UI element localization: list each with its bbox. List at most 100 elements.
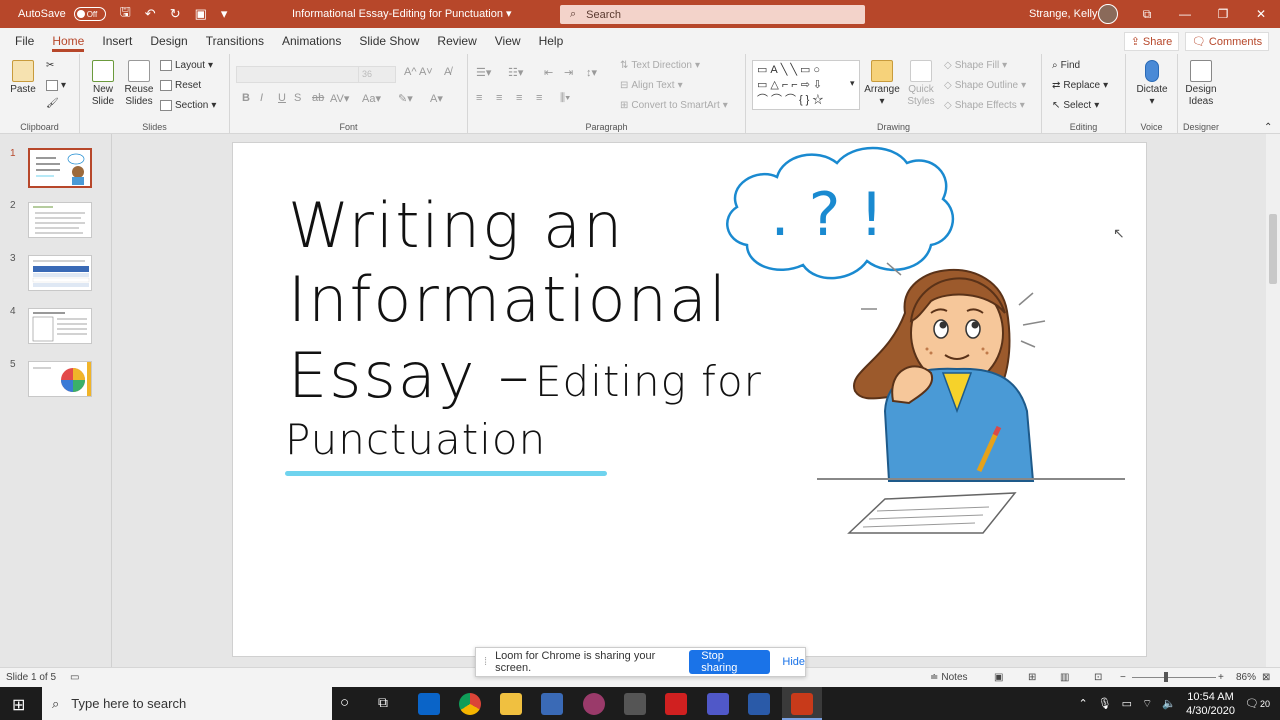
acrobat-icon[interactable] (665, 693, 687, 715)
accessibility-icon[interactable]: ▭ (70, 672, 79, 683)
taskbar-search[interactable]: ⌕ Type here to search (42, 687, 332, 720)
numbering-icon[interactable]: ☷▾ (508, 66, 523, 79)
text-direction-button[interactable]: ⇅ Text Direction ▾ (620, 60, 700, 71)
notes-button[interactable]: ≐ Notes (930, 672, 968, 683)
close-icon[interactable]: ✕ (1242, 0, 1280, 28)
reading-view-icon[interactable]: ▥ (1060, 672, 1069, 683)
align-right-icon[interactable]: ≡ (516, 92, 522, 104)
present-icon[interactable]: ▣ (195, 6, 207, 22)
slide-canvas[interactable]: Writing an Informational Essay – Editing… (232, 142, 1147, 657)
microphone-icon[interactable]: 🎙 (1098, 697, 1112, 710)
volume-icon[interactable]: 🔈 (1162, 697, 1176, 710)
slideshow-view-icon[interactable]: ⊡ (1094, 672, 1102, 683)
user-name[interactable]: Strange, Kelly (1029, 8, 1097, 20)
title-line-2[interactable]: Informational (288, 263, 728, 336)
customize-qat-icon[interactable]: ▾ (221, 6, 228, 22)
convert-smartart-button[interactable]: ⊞ Convert to SmartArt ▾ (620, 100, 728, 111)
format-painter-button[interactable]: 🖌 (46, 98, 59, 109)
camera-icon[interactable] (624, 693, 646, 715)
tab-slide-show[interactable]: Slide Show (350, 28, 428, 54)
file-explorer-icon[interactable] (500, 693, 522, 715)
italic-icon[interactable]: I (260, 92, 263, 104)
clock[interactable]: 10:54 AM 4/30/2020 (1186, 690, 1235, 718)
title-line-1[interactable]: Writing an (288, 189, 624, 262)
align-text-button[interactable]: ⊟ Align Text ▾ (620, 80, 683, 91)
tab-design[interactable]: Design (141, 28, 196, 54)
clear-format-icon[interactable]: A̸ (444, 66, 451, 78)
word-icon[interactable] (748, 693, 770, 715)
document-title[interactable]: Informational Essay-Editing for Punctuat… (292, 7, 512, 20)
font-size-input[interactable]: 36 (358, 66, 396, 83)
shapes-more-icon[interactable]: ▾ (850, 78, 855, 89)
reset-button[interactable]: Reset (160, 80, 201, 91)
network-icon[interactable]: ⌔ (1142, 697, 1152, 711)
dictate-button[interactable]: Dictate ▾ (1132, 60, 1172, 108)
zoom-in-icon[interactable]: + (1218, 672, 1224, 683)
tab-transitions[interactable]: Transitions (197, 28, 273, 54)
bullets-icon[interactable]: ☰▾ (476, 66, 491, 79)
zoom-level[interactable]: 86% (1236, 672, 1256, 683)
highlight-icon[interactable]: ✎▾ (398, 92, 413, 105)
undo-icon[interactable]: ↶ (145, 6, 156, 22)
shape-fill-button[interactable]: ◇ Shape Fill ▾ (944, 60, 1007, 71)
cortana-icon[interactable]: ○ (340, 694, 349, 711)
shape-effects-button[interactable]: ◇ Shape Effects ▾ (944, 100, 1025, 111)
increase-indent-icon[interactable]: ⇥ (564, 66, 573, 79)
slide-thumbnail-5[interactable] (28, 361, 92, 397)
strikethrough-icon[interactable]: ab (312, 92, 324, 104)
font-color-icon[interactable]: A▾ (430, 92, 443, 105)
autosave-toggle[interactable]: Off (73, 7, 106, 21)
teams-icon[interactable] (707, 693, 729, 715)
battery-icon[interactable]: ▭ (1122, 697, 1132, 710)
tab-animations[interactable]: Animations (273, 28, 350, 54)
avatar[interactable] (1098, 4, 1118, 24)
align-left-icon[interactable]: ≡ (476, 92, 482, 104)
slide-sorter-icon[interactable]: ⊞ (1028, 672, 1036, 683)
comments-button[interactable]: 🗨 Comments (1185, 32, 1269, 51)
bold-icon[interactable]: B (242, 92, 250, 104)
redo-icon[interactable]: ↻ (170, 6, 181, 22)
cut-button[interactable]: ✂ (46, 60, 54, 71)
minimize-icon[interactable]: — (1166, 0, 1204, 28)
powerpoint-taskbar-item[interactable] (782, 687, 822, 720)
design-ideas-button[interactable]: Design Ideas (1180, 60, 1222, 108)
underline-icon[interactable]: U (278, 92, 286, 104)
tab-view[interactable]: View (486, 28, 530, 54)
slide-thumbnail-3[interactable] (28, 255, 92, 291)
copy-button[interactable]: ▾ (46, 80, 66, 91)
layout-button[interactable]: Layout ▾ (160, 60, 213, 71)
find-button[interactable]: ⌕ Find (1052, 60, 1080, 71)
tab-help[interactable]: Help (530, 28, 573, 54)
change-case-icon[interactable]: Aa▾ (362, 92, 381, 105)
windows-start-icon[interactable]: ⊞ (12, 695, 25, 715)
notifications-icon[interactable]: 🗨 20 (1245, 697, 1270, 710)
decrease-indent-icon[interactable]: ⇤ (544, 66, 553, 79)
stop-sharing-button[interactable]: Stop sharing (689, 650, 771, 674)
store-icon[interactable] (541, 693, 563, 715)
shapes-gallery[interactable]: ▭A╲╲▭○ ▭△⌐⌐⇨⇩ ⌒⌒⌒{}☆ (752, 60, 860, 110)
arrange-button[interactable]: Arrange ▾ (862, 60, 902, 108)
scroll-thumb[interactable] (1269, 214, 1277, 284)
grow-font-icon[interactable]: A^ A˅ (404, 66, 433, 78)
normal-view-icon[interactable]: ▣ (994, 672, 1003, 683)
restore-icon[interactable]: ❐ (1204, 0, 1242, 28)
hide-button[interactable]: Hide (782, 656, 805, 668)
title-line-3a[interactable]: Essay – (288, 339, 531, 412)
paste-button[interactable]: Paste (8, 60, 38, 96)
zoom-slider[interactable] (1132, 677, 1216, 678)
app-icon[interactable] (583, 693, 605, 715)
outlook-icon[interactable] (418, 693, 440, 715)
slide-thumbnail-1[interactable] (28, 148, 92, 188)
ribbon-display-icon[interactable]: ⧉ (1128, 0, 1166, 28)
char-spacing-icon[interactable]: AV▾ (330, 92, 349, 105)
title-line-4[interactable]: Punctuation (285, 415, 546, 464)
zoom-slider-thumb[interactable] (1164, 672, 1168, 682)
vertical-scrollbar[interactable] (1266, 134, 1280, 667)
align-center-icon[interactable]: ≡ (496, 92, 502, 104)
columns-icon[interactable]: ⫼▾ (560, 92, 570, 105)
search-box[interactable]: ⌕ Search (560, 5, 865, 24)
tab-home[interactable]: Home (43, 28, 93, 54)
tab-insert[interactable]: Insert (93, 28, 141, 54)
tab-review[interactable]: Review (428, 28, 485, 54)
task-view-icon[interactable]: ⧉ (378, 694, 388, 711)
